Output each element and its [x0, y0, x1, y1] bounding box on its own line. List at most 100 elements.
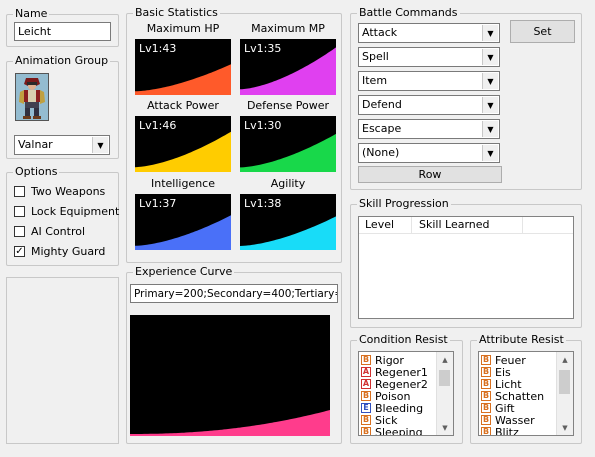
name-input[interactable]: Leicht	[14, 22, 111, 41]
defense-power-level: Lv1:30	[244, 119, 282, 132]
rank-badge: B	[481, 355, 491, 365]
rank-badge: B	[481, 427, 491, 436]
list-item[interactable]: B Feuer	[481, 354, 526, 367]
chevron-down-icon[interactable]: ▼	[482, 97, 498, 113]
scroll-thumb[interactable]	[559, 370, 570, 394]
check-icon[interactable]: ✓	[14, 245, 25, 257]
rank-badge: B	[481, 403, 491, 413]
rank-badge: A	[361, 379, 371, 389]
stat-curve-fill	[135, 64, 231, 95]
agility-level: Lv1:38	[244, 197, 282, 210]
experience-curve-fill	[130, 410, 330, 436]
scroll-down-icon[interactable]: ▼	[437, 420, 453, 435]
ai-control-label: AI Control	[31, 224, 86, 238]
rank-badge: B	[361, 415, 371, 425]
battle-command-value: Item	[362, 74, 388, 87]
lock-equipment-label: Lock Equipment	[31, 204, 120, 218]
list-item[interactable]: B Rigor	[361, 354, 404, 367]
animation-select[interactable]: Valnar ▼	[14, 135, 110, 155]
set-button[interactable]: Set	[510, 20, 575, 43]
attack-power-level: Lv1:46	[139, 119, 177, 132]
scroll-up-icon[interactable]: ▲	[557, 352, 573, 367]
rank-badge: B	[361, 427, 371, 436]
attribute-resist-legend: Attribute Resist	[477, 333, 566, 347]
battle-command-select-4[interactable]: Defend ▼	[358, 95, 500, 115]
battle-command-select-5[interactable]: Escape ▼	[358, 119, 500, 139]
list-item[interactable]: A Regener2	[361, 378, 428, 391]
list-item[interactable]: E Bleeding	[361, 402, 423, 415]
stat-title-max-mp: Maximum MP	[251, 22, 325, 35]
list-item[interactable]: B Poison	[361, 390, 410, 403]
list-item[interactable]: B Sick	[361, 414, 397, 427]
battle-command-select-3[interactable]: Item ▼	[358, 71, 500, 91]
stat-title-defense: Defense Power	[246, 99, 330, 112]
lock-equipment-checkbox[interactable]: Lock Equipment	[14, 203, 119, 219]
skill-progression-list[interactable]: Level Skill Learned	[358, 216, 574, 319]
condition-name: Sleeping	[375, 425, 423, 436]
rank-badge: E	[361, 403, 371, 413]
chevron-down-icon[interactable]: ▼	[482, 145, 498, 161]
chevron-down-icon[interactable]: ▼	[482, 121, 498, 137]
max-mp-level: Lv1:35	[244, 42, 282, 55]
row-button[interactable]: Row	[358, 166, 502, 183]
rank-badge: B	[481, 415, 491, 425]
chevron-down-icon[interactable]: ▼	[482, 73, 498, 89]
battle-command-select-2[interactable]: Spell ▼	[358, 47, 500, 67]
condition-resist-list[interactable]: B Rigor A Regener1 A Regener2 B Poison E Blee…	[358, 351, 454, 436]
scroll-thumb[interactable]	[439, 370, 450, 386]
skill-list-header: Level Skill Learned	[359, 217, 573, 234]
checkbox-box[interactable]	[14, 205, 25, 217]
list-item[interactable]: B Eis	[481, 366, 511, 379]
skill-col-skill[interactable]: Skill Learned	[413, 217, 523, 233]
intelligence-graph[interactable]: Lv1:37	[135, 194, 231, 250]
experience-curve	[130, 410, 330, 436]
experience-curve-graph[interactable]	[130, 315, 330, 436]
agility-graph[interactable]: Lv1:38	[240, 194, 336, 250]
mighty-guard-checkbox[interactable]: ✓ Mighty Guard	[14, 243, 105, 259]
condition-resist-legend: Condition Resist	[357, 333, 450, 347]
battle-commands-legend: Battle Commands	[357, 6, 460, 20]
mighty-guard-label: Mighty Guard	[31, 244, 106, 258]
list-item[interactable]: B Licht	[481, 378, 522, 391]
two-weapons-checkbox[interactable]: Two Weapons	[14, 183, 105, 199]
list-item[interactable]: B Wasser	[481, 414, 535, 427]
ai-control-checkbox[interactable]: AI Control	[14, 223, 85, 239]
list-item[interactable]: B Schatten	[481, 390, 544, 403]
attack-power-graph[interactable]: Lv1:46	[135, 116, 231, 172]
skill-col-level[interactable]: Level	[359, 217, 412, 233]
animation-legend: Animation Group	[13, 54, 111, 68]
max-hp-level: Lv1:43	[139, 42, 177, 55]
two-weapons-label: Two Weapons	[31, 184, 106, 198]
experience-params-input[interactable]: Primary=200;Secondary=400;Tertiary=300	[130, 284, 338, 303]
skill-progression-legend: Skill Progression	[357, 197, 451, 211]
list-item[interactable]: B Blitz	[481, 426, 519, 436]
condition-scrollbar[interactable]: ▲ ▼	[436, 352, 453, 435]
list-item[interactable]: B Gift	[481, 402, 515, 415]
battle-command-value: Defend	[362, 98, 402, 111]
stat-title-agility: Agility	[270, 177, 306, 190]
stat-title-intelligence: Intelligence	[150, 177, 215, 190]
name-legend: Name	[13, 7, 50, 21]
list-item[interactable]: B Sleeping	[361, 425, 423, 436]
battle-command-value: (None)	[362, 146, 400, 159]
chevron-down-icon[interactable]: ▼	[482, 49, 498, 65]
chevron-down-icon[interactable]: ▼	[482, 25, 498, 41]
checkbox-box[interactable]	[14, 225, 25, 237]
checkbox-box[interactable]	[14, 185, 25, 197]
max-hp-graph[interactable]: Lv1:43	[135, 39, 231, 95]
attribute-resist-list[interactable]: B Feuer B Eis B Licht B Schatten B Gift B Wass…	[478, 351, 574, 436]
stat-curve-fill	[135, 131, 231, 172]
rank-badge: B	[361, 355, 371, 365]
attribute-scrollbar[interactable]: ▲ ▼	[556, 352, 573, 435]
stat-curve-fill	[240, 133, 336, 172]
defense-power-graph[interactable]: Lv1:30	[240, 116, 336, 172]
battle-command-select-1[interactable]: Attack ▼	[358, 23, 500, 43]
scroll-down-icon[interactable]: ▼	[557, 420, 573, 435]
chevron-down-icon[interactable]: ▼	[92, 137, 108, 153]
scroll-up-icon[interactable]: ▲	[437, 352, 453, 367]
animation-select-value: Valnar	[18, 138, 53, 151]
max-mp-graph[interactable]: Lv1:35	[240, 39, 336, 95]
battle-command-select-6[interactable]: (None) ▼	[358, 143, 500, 163]
list-item[interactable]: A Regener1	[361, 366, 428, 379]
rank-badge: B	[361, 391, 371, 401]
